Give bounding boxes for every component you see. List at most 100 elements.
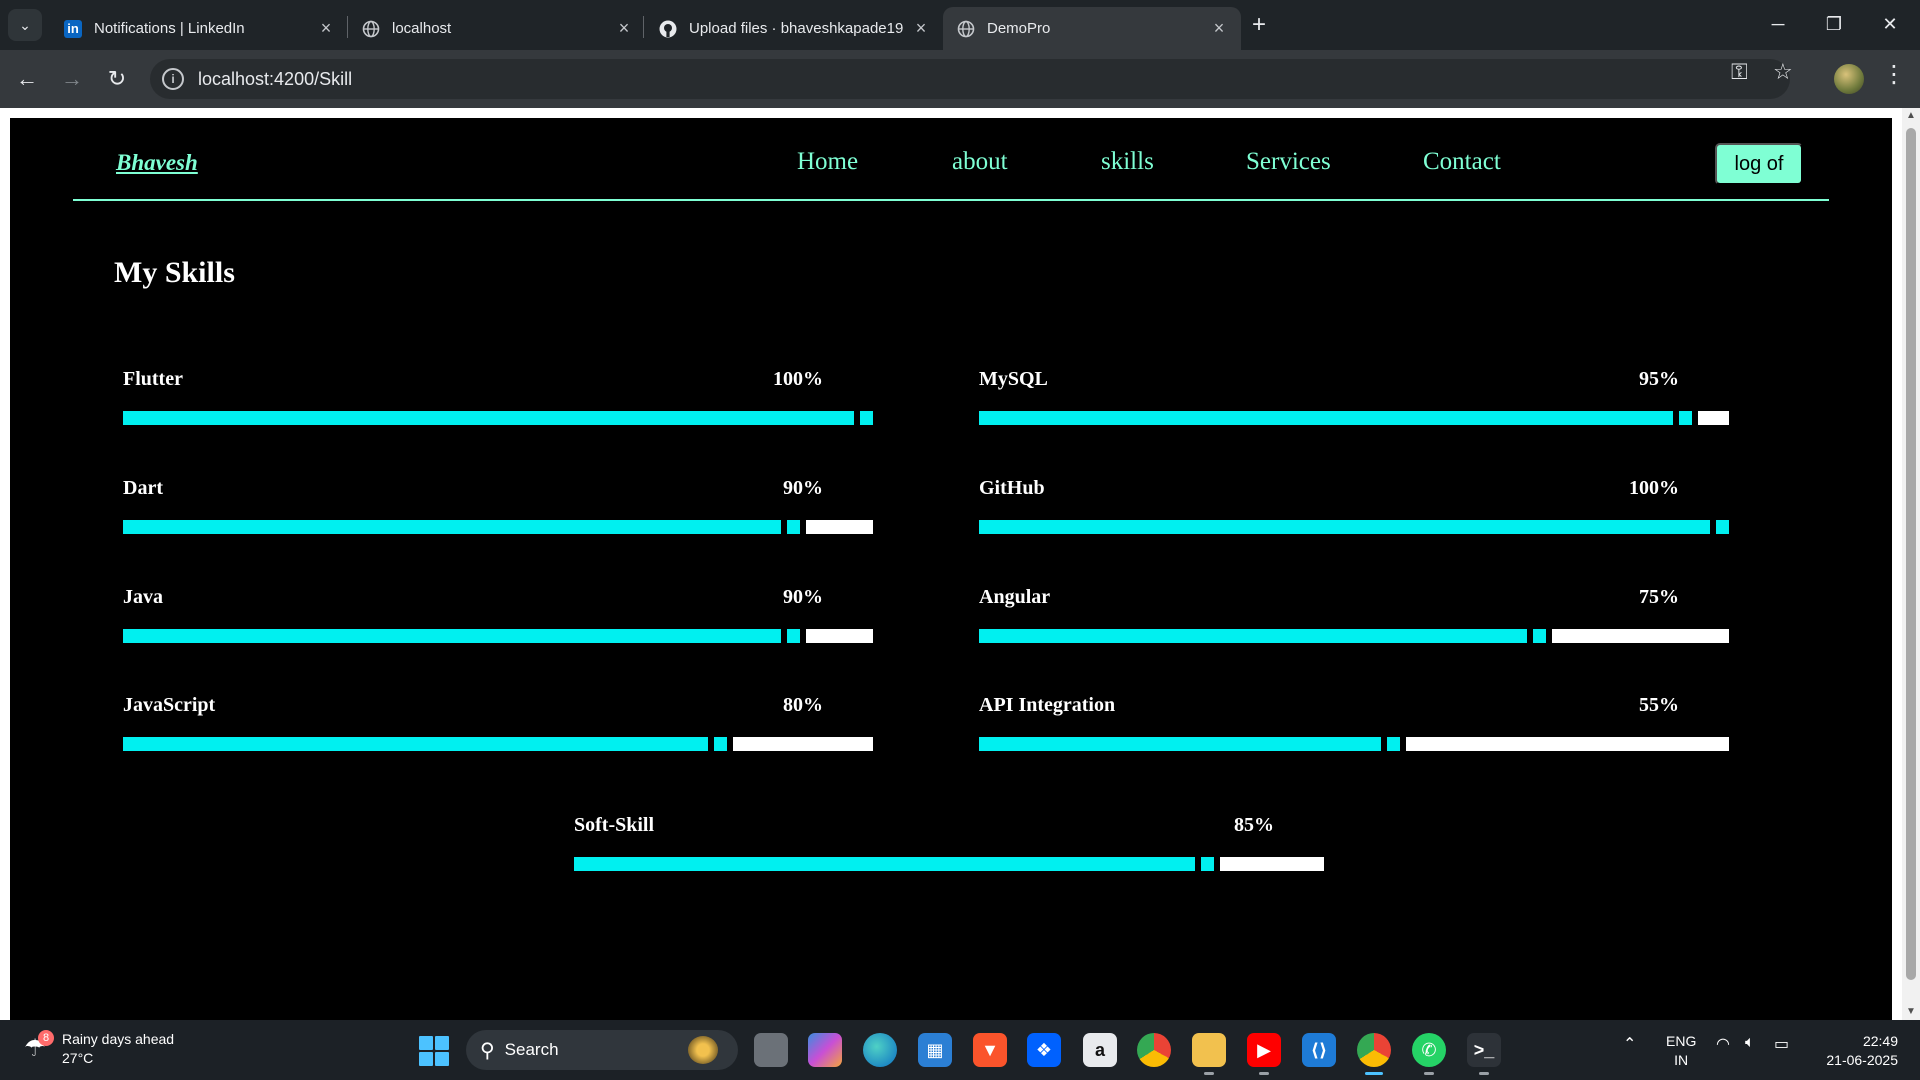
- address-url[interactable]: localhost:4200/Skill: [198, 69, 352, 90]
- terminal-icon[interactable]: >_: [1467, 1033, 1501, 1075]
- progress-fill: [123, 520, 781, 534]
- chrome-active-icon[interactable]: [1357, 1033, 1391, 1075]
- progress-fill: [123, 411, 854, 425]
- battery-icon[interactable]: ▭: [1774, 1034, 1789, 1054]
- skill-name: MySQL: [979, 368, 1048, 390]
- wifi-icon[interactable]: ◠: [1716, 1034, 1730, 1054]
- tab-demopro[interactable]: DemoPro ×: [943, 7, 1241, 50]
- brave-icon[interactable]: ▼: [973, 1033, 1007, 1067]
- brand-logo-link[interactable]: Bhavesh: [116, 150, 198, 176]
- skill-name: Angular: [979, 586, 1051, 608]
- dropbox-icon[interactable]: ❖: [1027, 1033, 1061, 1067]
- progress-fill: [979, 629, 1527, 643]
- windows-taskbar: ☂ 8 Rainy days ahead 27°C ⚲ Search ▦ ▼ ❖ …: [0, 1020, 1920, 1080]
- progress-marker: [1716, 520, 1729, 534]
- weather-temp: 27°C: [62, 1050, 94, 1066]
- progress-marker: [1387, 737, 1400, 751]
- skill-progress-bar: [123, 629, 873, 643]
- skill-api-integration: API Integration 55%: [979, 694, 1729, 754]
- bookmark-star-icon[interactable]: ☆: [1773, 59, 1793, 85]
- tab-title: Upload files · bhaveshkapade19: [689, 20, 904, 37]
- skill-dart: Dart 90%: [123, 477, 873, 537]
- tab-linkedin[interactable]: in Notifications | LinkedIn ×: [50, 7, 348, 50]
- skill-percent: 100%: [773, 368, 823, 390]
- start-button[interactable]: [419, 1036, 449, 1066]
- nav-contact[interactable]: Contact: [1423, 148, 1501, 176]
- tab-github[interactable]: Upload files · bhaveshkapade19 ×: [645, 7, 943, 50]
- browser-tabstrip: ⌄ in Notifications | LinkedIn × localhos…: [0, 0, 1920, 50]
- copilot-icon[interactable]: [808, 1033, 842, 1067]
- linkedin-icon: in: [64, 19, 82, 38]
- tab-search-button[interactable]: ⌄: [8, 9, 42, 41]
- whatsapp-icon[interactable]: ✆: [1412, 1033, 1446, 1075]
- scrollbar-thumb[interactable]: [1906, 128, 1916, 980]
- password-key-icon[interactable]: ⚿: [1731, 59, 1748, 85]
- close-icon[interactable]: ×: [316, 18, 336, 39]
- skill-name: Soft-Skill: [574, 814, 655, 836]
- kebab-menu-icon[interactable]: ⋮: [1882, 60, 1906, 89]
- progress-remaining: [1552, 629, 1729, 643]
- skill-percent: 95%: [1639, 368, 1679, 390]
- window-close-button[interactable]: ✕: [1862, 8, 1918, 40]
- weather-widget[interactable]: ☂ 8 Rainy days ahead 27°C: [24, 1030, 174, 1068]
- close-icon[interactable]: ×: [614, 18, 634, 39]
- tab-title: DemoPro: [987, 20, 1051, 37]
- chrome-icon[interactable]: [1137, 1033, 1171, 1067]
- skill-name: Flutter: [123, 368, 183, 390]
- nav-services[interactable]: Services: [1246, 148, 1331, 176]
- scroll-down-icon[interactable]: ▼: [1905, 1006, 1917, 1017]
- chevron-up-icon[interactable]: ⌃: [1623, 1034, 1636, 1054]
- progress-marker: [787, 629, 800, 643]
- skills-page: Bhavesh Home about skills Services Conta…: [10, 118, 1892, 1020]
- store-icon[interactable]: ▦: [918, 1033, 952, 1067]
- youtube-icon[interactable]: ▶: [1247, 1033, 1281, 1075]
- skill-percent: 80%: [783, 694, 823, 716]
- back-button[interactable]: ←: [10, 62, 44, 96]
- skill-progress-bar: [979, 520, 1729, 534]
- plus-icon: +: [1251, 11, 1266, 38]
- profile-avatar[interactable]: [1834, 64, 1864, 94]
- amazon-icon[interactable]: a: [1083, 1033, 1117, 1067]
- region-code: IN: [1674, 1052, 1689, 1068]
- close-icon[interactable]: ×: [911, 18, 931, 39]
- skill-flutter: Flutter 100%: [123, 368, 873, 428]
- forward-button[interactable]: →: [55, 62, 89, 96]
- weather-title: Rainy days ahead: [62, 1031, 175, 1047]
- taskbar-search[interactable]: ⚲ Search: [466, 1030, 738, 1070]
- volume-icon[interactable]: 🔈︎: [1745, 1034, 1755, 1052]
- nav-skills[interactable]: skills: [1101, 148, 1154, 176]
- skill-percent: 75%: [1639, 586, 1679, 608]
- skill-progress-bar: [979, 411, 1729, 425]
- site-info-icon[interactable]: i: [162, 68, 184, 90]
- progress-fill: [123, 629, 781, 643]
- file-explorer-icon[interactable]: [1192, 1033, 1226, 1075]
- page-scrollbar[interactable]: ▲ ▼: [1902, 108, 1920, 1020]
- progress-fill: [979, 411, 1673, 425]
- notification-badge: 8: [38, 1030, 54, 1046]
- edge-icon[interactable]: [863, 1033, 897, 1067]
- progress-marker: [1679, 411, 1692, 425]
- language-indicator[interactable]: ENG IN: [1666, 1032, 1696, 1070]
- logout-button[interactable]: log of: [1715, 143, 1803, 185]
- minimize-button[interactable]: ─: [1750, 8, 1806, 40]
- reload-button[interactable]: ↻: [100, 62, 134, 96]
- scroll-up-icon[interactable]: ▲: [1905, 110, 1917, 121]
- clock-time: 22:49: [1862, 1033, 1898, 1049]
- skill-mysql: MySQL 95%: [979, 368, 1729, 428]
- address-bar[interactable]: i localhost:4200/Skill: [150, 59, 1790, 99]
- nav-about[interactable]: about: [952, 148, 1008, 176]
- close-icon: ✕: [1882, 13, 1898, 34]
- task-view-icon[interactable]: [754, 1033, 788, 1067]
- skill-progress-bar: [979, 629, 1729, 643]
- nav-home[interactable]: Home: [797, 148, 858, 176]
- skill-percent: 85%: [1234, 814, 1274, 836]
- system-clock[interactable]: 22:49 21-06-2025: [1818, 1032, 1898, 1070]
- restore-button[interactable]: ❐: [1806, 8, 1862, 40]
- skill-name: Java: [123, 586, 163, 608]
- vscode-icon[interactable]: ⟨⟩: [1302, 1033, 1336, 1067]
- close-icon[interactable]: ×: [1209, 18, 1229, 39]
- language-code: ENG: [1666, 1033, 1697, 1049]
- new-tab-button[interactable]: +: [1244, 10, 1274, 40]
- skill-percent: 90%: [783, 586, 823, 608]
- tab-localhost[interactable]: localhost ×: [348, 7, 646, 50]
